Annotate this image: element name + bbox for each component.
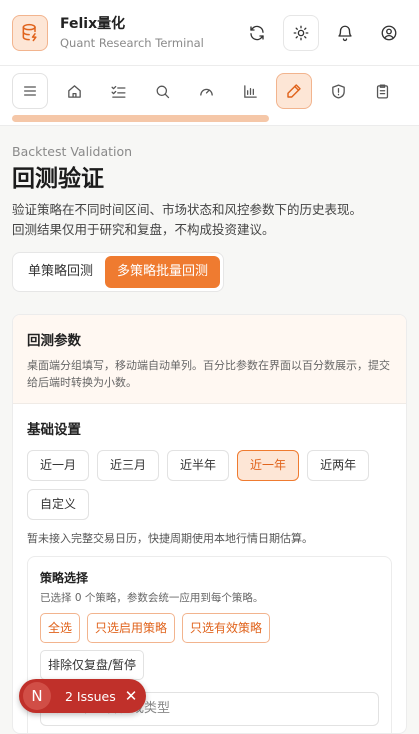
gauge-icon (199, 88, 213, 96)
app-header: Felix量化 Quant Research Terminal (0, 0, 419, 66)
period-chip-6m[interactable]: 近半年 (167, 450, 230, 481)
period-chip-3m[interactable]: 近三月 (97, 450, 160, 481)
period-chip-1y[interactable]: 近一年 (237, 450, 300, 481)
brand-subtitle: Quant Research Terminal (60, 35, 204, 50)
params-card-title: 回测参数 (27, 333, 81, 349)
shield-alert-icon (331, 83, 345, 99)
period-note: 暂未接入完整交易日历，快捷周期使用本地行情日期估算。 (27, 532, 313, 545)
nav-risk[interactable] (320, 73, 356, 109)
page-title: 回测验证 (12, 166, 104, 192)
nav-bar-chart[interactable] (232, 73, 268, 109)
issues-label[interactable]: 2 Issues (65, 689, 122, 704)
home-icon (67, 84, 81, 98)
notifications-button[interactable] (327, 15, 363, 51)
account-button[interactable] (371, 15, 407, 51)
exclude-review-button[interactable]: 排除仅复盘/暂停 (40, 650, 145, 680)
strategy-selection-title: 策略选择 (40, 571, 89, 585)
page-description-line-2: 回测结果仅用于研究和复盘，不构成投资建议。 (12, 222, 275, 237)
period-chip-1m[interactable]: 近一月 (27, 450, 90, 481)
strategy-selection-note: 已选择 0 个策略，参数会统一应用到每个策略。 (40, 592, 264, 604)
nav-search[interactable] (144, 73, 180, 109)
basic-settings-title: 基础设置 (27, 422, 81, 438)
sun-icon (293, 25, 309, 40)
period-chips: 近一月 近三月 近半年 近一年 近两年 自定义 (27, 450, 392, 520)
search-icon (156, 85, 169, 98)
refresh-button[interactable] (239, 15, 275, 51)
pen-icon (287, 84, 301, 98)
select-all-button[interactable]: 全选 (40, 613, 81, 643)
mode-tabs: 单策略回测 多策略批量回测 (12, 252, 225, 292)
nav-gauge[interactable] (188, 73, 224, 109)
issues-avatar: N (23, 682, 51, 710)
period-chip-2y[interactable]: 近两年 (307, 450, 370, 481)
clipboard-icon (376, 83, 388, 99)
checklist-icon (110, 85, 126, 98)
tab-single-strategy[interactable]: 单策略回测 (16, 256, 105, 288)
menu-icon (24, 86, 36, 96)
period-chip-custom[interactable]: 自定义 (27, 489, 90, 520)
database-bolt-icon (22, 23, 37, 41)
main-content: Backtest Validation 回测验证 验证策略在不同时间区间、市场状… (0, 126, 419, 734)
issues-badge[interactable]: N 2 Issues ✕ (19, 679, 146, 713)
close-icon[interactable]: ✕ (122, 687, 140, 705)
select-valid-button[interactable]: 只选有效策略 (182, 613, 271, 643)
user-icon (381, 25, 397, 40)
nav-checklist[interactable] (100, 73, 136, 109)
nav-scrollbar[interactable] (12, 115, 269, 122)
brand-name: Felix量化 (60, 15, 126, 32)
params-card-header: 回测参数 桌面端分组填写，移动端自动单列。百分比参数在界面以百分数展示，提交给后… (13, 315, 406, 404)
nav-home[interactable] (56, 73, 92, 109)
bar-chart-icon (243, 84, 257, 98)
nav-backtest[interactable] (276, 73, 312, 109)
brand: Felix量化 Quant Research Terminal (60, 15, 231, 51)
nav-clipboard[interactable] (364, 73, 400, 109)
select-enabled-button[interactable]: 只选启用策略 (87, 613, 176, 643)
tab-batch-strategy[interactable]: 多策略批量回测 (105, 256, 221, 288)
page-description-line-1: 验证策略在不同时间区间、市场状态和风控参数下的历史表现。 (12, 202, 363, 217)
strategy-quick-actions: 全选 只选启用策略 只选有效策略 排除仅复盘/暂停 (40, 613, 379, 680)
refresh-icon (250, 25, 264, 40)
app-logo[interactable] (12, 14, 48, 51)
params-card-description: 桌面端分组填写，移动端自动单列。百分比参数在界面以百分数展示，提交给后端时转换为… (27, 359, 390, 389)
nav-menu[interactable] (12, 73, 48, 109)
page-description: 验证策略在不同时间区间、市场状态和风控参数下的历史表现。 回测结果仅用于研究和复… (12, 200, 407, 240)
icon-nav-bar (0, 66, 419, 126)
theme-toggle-button[interactable] (283, 14, 319, 51)
page-eyebrow: Backtest Validation (12, 144, 133, 159)
bell-icon (338, 25, 352, 41)
backtest-params-card: 回测参数 桌面端分组填写，移动端自动单列。百分比参数在界面以百分数展示，提交给后… (12, 314, 407, 734)
